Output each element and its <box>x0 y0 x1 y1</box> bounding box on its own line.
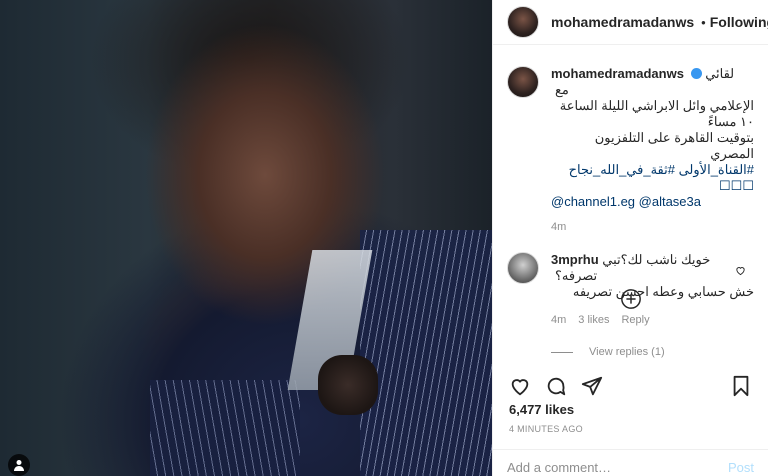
caption-line-2: الإعلامي وائل الابراشي الليلة الساعة ١٠ … <box>559 98 754 129</box>
bookmark-icon[interactable] <box>730 375 752 397</box>
caption-mentions[interactable]: @channel1.eg @altase3a <box>551 194 754 210</box>
plus-circle-icon[interactable] <box>620 288 642 310</box>
caption-hashtags[interactable]: #القناة_الأولى #ثقة_في_الله_نجاح ☐☐☐ <box>551 162 754 194</box>
caption-avatar[interactable] <box>507 66 539 98</box>
post-header: mohamedramadanws • Following ••• <box>493 0 768 45</box>
post-sidebar: mohamedramadanws • Following ••• mohamed… <box>492 0 768 476</box>
heart-icon[interactable] <box>735 265 746 276</box>
comment-text: 3mprhu خويك ناشب لك؟تبي تصرفه؟ خش حسابي … <box>551 252 754 328</box>
post-timestamp[interactable]: 4 MINUTES AGO <box>509 424 583 434</box>
tagged-users-button[interactable] <box>8 454 30 476</box>
header-separator: • <box>701 14 706 30</box>
comment-likes[interactable]: 3 likes <box>578 312 609 328</box>
caption-age: 4m <box>551 221 567 233</box>
replies-divider <box>551 351 573 353</box>
post-caption: mohamedramadanws لقائي مع الإعلامي وائل … <box>493 56 768 235</box>
comment-age: 4m <box>551 314 567 326</box>
caption-username[interactable]: mohamedramadanws <box>551 66 684 81</box>
heart-icon[interactable] <box>509 375 531 397</box>
comment-username[interactable]: 3mprhu <box>551 252 599 267</box>
reply-button[interactable]: Reply <box>621 312 649 328</box>
comment-line-2: خش حسابي وعطه احسن تصريفه <box>572 284 754 299</box>
comments-list: mohamedramadanws لقائي مع الإعلامي وائل … <box>493 56 768 358</box>
like-count[interactable]: 6,477 likes <box>509 402 574 417</box>
view-replies-button[interactable]: View replies (1) <box>551 346 768 358</box>
post-comment-button[interactable]: Post <box>728 452 754 475</box>
share-icon[interactable] <box>581 375 603 397</box>
following-button[interactable]: Following <box>710 14 768 30</box>
comment-composer: Post <box>493 449 768 476</box>
post-photo[interactable] <box>0 0 492 476</box>
commenter-avatar[interactable] <box>507 252 539 284</box>
user-icon <box>14 460 24 471</box>
photo-suit-detail-lower <box>150 380 300 476</box>
caption-line-3: بتوقيت القاهرة على التلفزيون المصري <box>594 130 754 161</box>
comment-input[interactable] <box>507 451 728 475</box>
photo-suit-detail <box>360 230 492 476</box>
comment-meta: 4m 3 likes Reply <box>551 312 754 328</box>
comment-icon[interactable] <box>545 375 567 397</box>
caption-text: mohamedramadanws لقائي مع الإعلامي وائل … <box>551 66 754 235</box>
verified-badge-icon <box>690 68 702 79</box>
view-replies-label: View replies (1) <box>589 346 665 358</box>
comment-item: 3mprhu خويك ناشب لك؟تبي تصرفه؟ خش حسابي … <box>493 235 768 328</box>
post-actions <box>493 372 768 400</box>
photo-tie-detail <box>318 355 378 415</box>
author-avatar[interactable] <box>507 6 539 38</box>
author-username[interactable]: mohamedramadanws <box>551 14 694 30</box>
